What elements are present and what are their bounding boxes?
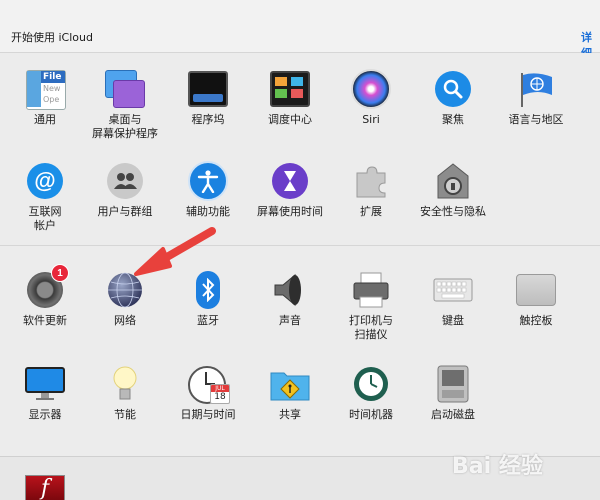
pref-label: 扩展 bbox=[360, 205, 382, 218]
spotlight-icon bbox=[433, 69, 473, 109]
trackpad-icon bbox=[516, 270, 556, 310]
network-icon bbox=[105, 270, 145, 310]
pref-network[interactable]: 网络 bbox=[83, 270, 167, 354]
pref-label: 日期与时间 bbox=[180, 408, 236, 421]
pref-label: 互联网 帐户 bbox=[28, 205, 62, 232]
icloud-banner: 开始使用 iCloud 详细 bbox=[0, 0, 600, 60]
system-preferences-window: 开始使用 iCloud 详细 File New Ope 通用 bbox=[0, 0, 600, 500]
pref-label: Siri bbox=[362, 113, 380, 126]
energy-saver-icon bbox=[105, 364, 145, 404]
pref-general[interactable]: File New Ope 通用 bbox=[3, 69, 87, 153]
desktop-screensaver-icon bbox=[105, 69, 145, 109]
calendar-day: 18 bbox=[214, 392, 226, 402]
flash-player-icon[interactable]: f bbox=[25, 475, 65, 500]
general-icon-file-text: File bbox=[41, 71, 65, 83]
pref-label: 蓝牙 bbox=[197, 314, 219, 327]
personal-prefs-section: File New Ope 通用 桌面与 屏幕保护程序 程序坞 调度中心 Siri… bbox=[0, 53, 600, 246]
users-groups-icon bbox=[105, 161, 145, 201]
hardware-prefs-section: 1 软件更新 网络 蓝牙 声音 打印机与 扫描仪 键盘 触控板 显示器 节能 J… bbox=[0, 246, 600, 457]
pref-sound[interactable]: 声音 bbox=[248, 270, 332, 354]
pref-label: 软件更新 bbox=[23, 314, 67, 327]
pref-date-time[interactable]: JUL 18 日期与时间 bbox=[166, 364, 250, 448]
pref-label: 共享 bbox=[279, 408, 301, 421]
accessibility-icon bbox=[188, 161, 228, 201]
pref-trackpad[interactable]: 触控板 bbox=[494, 270, 578, 354]
pref-time-machine[interactable]: 时间机器 bbox=[329, 364, 413, 448]
pref-label: 桌面与 屏幕保护程序 bbox=[92, 113, 158, 140]
pref-label: 打印机与 扫描仪 bbox=[349, 314, 393, 341]
date-time-icon: JUL 18 bbox=[188, 364, 230, 404]
pref-label: 屏幕使用时间 bbox=[257, 205, 323, 218]
time-machine-icon bbox=[351, 364, 391, 404]
pref-startup-disk[interactable]: 启动磁盘 bbox=[411, 364, 495, 448]
pref-label: 触控板 bbox=[519, 314, 553, 327]
pref-label: 用户与群组 bbox=[97, 205, 153, 218]
pref-desktop-screensaver[interactable]: 桌面与 屏幕保护程序 bbox=[83, 69, 167, 153]
pref-label: 网络 bbox=[114, 314, 136, 327]
pref-label: 调度中心 bbox=[268, 113, 312, 126]
pref-dock[interactable]: 程序坞 bbox=[166, 69, 250, 153]
pref-software-update[interactable]: 1 软件更新 bbox=[3, 264, 87, 354]
sound-icon bbox=[270, 270, 310, 310]
language-region-icon bbox=[516, 69, 556, 109]
screen-time-icon bbox=[270, 161, 310, 201]
pref-users-groups[interactable]: 用户与群组 bbox=[83, 161, 167, 245]
pref-extensions[interactable]: 扩展 bbox=[329, 161, 413, 245]
displays-icon bbox=[25, 364, 65, 404]
sharing-icon bbox=[270, 364, 310, 404]
pref-displays[interactable]: 显示器 bbox=[3, 364, 87, 448]
flash-glyph: f bbox=[40, 476, 50, 500]
keyboard-icon bbox=[433, 270, 473, 310]
pref-mission-control[interactable]: 调度中心 bbox=[248, 69, 332, 153]
pref-label: 键盘 bbox=[442, 314, 464, 327]
pref-spotlight[interactable]: 聚焦 bbox=[411, 69, 495, 153]
pref-label: 语言与地区 bbox=[508, 113, 564, 126]
siri-icon bbox=[351, 69, 391, 109]
pref-label: 辅助功能 bbox=[186, 205, 230, 218]
pref-label: 启动磁盘 bbox=[431, 408, 475, 421]
dock-icon bbox=[188, 69, 228, 109]
pref-label: 节能 bbox=[114, 408, 136, 421]
pref-bluetooth[interactable]: 蓝牙 bbox=[166, 270, 250, 354]
pref-label: 安全性与隐私 bbox=[420, 205, 486, 218]
pref-language-region[interactable]: 语言与地区 bbox=[494, 69, 578, 153]
calendar-month: JUL bbox=[211, 385, 229, 392]
pref-label: 通用 bbox=[34, 113, 56, 126]
general-icon-new-text: New bbox=[43, 84, 61, 93]
printers-scanners-icon bbox=[351, 270, 391, 310]
pref-accessibility[interactable]: 辅助功能 bbox=[166, 161, 250, 245]
pref-internet-accounts[interactable]: @ 互联网 帐户 bbox=[3, 161, 87, 245]
general-icon-open-text: Ope bbox=[43, 95, 60, 104]
pref-label: 显示器 bbox=[28, 408, 62, 421]
pref-label: 时间机器 bbox=[349, 408, 393, 421]
bluetooth-icon bbox=[188, 270, 228, 310]
pref-keyboard[interactable]: 键盘 bbox=[411, 270, 495, 354]
pref-label: 程序坞 bbox=[191, 113, 225, 126]
software-update-icon: 1 bbox=[25, 264, 69, 310]
pref-security-privacy[interactable]: 安全性与隐私 bbox=[411, 161, 495, 245]
pref-label: 聚焦 bbox=[442, 113, 464, 126]
startup-disk-icon bbox=[433, 364, 473, 404]
pref-energy-saver[interactable]: 节能 bbox=[83, 364, 167, 448]
mission-control-icon bbox=[270, 69, 310, 109]
update-count-badge: 1 bbox=[51, 264, 69, 282]
extensions-icon bbox=[351, 161, 391, 201]
pref-label: 声音 bbox=[279, 314, 301, 327]
pref-siri[interactable]: Siri bbox=[329, 69, 413, 153]
security-privacy-icon bbox=[433, 161, 473, 201]
pref-sharing[interactable]: 共享 bbox=[248, 364, 332, 448]
general-icon: File New Ope bbox=[25, 69, 66, 110]
pref-screen-time[interactable]: 屏幕使用时间 bbox=[248, 161, 332, 245]
icloud-banner-text: 开始使用 iCloud bbox=[11, 31, 93, 44]
internet-accounts-icon: @ bbox=[25, 161, 65, 201]
watermark: Bai 经验 bbox=[452, 454, 543, 479]
pref-printers-scanners[interactable]: 打印机与 扫描仪 bbox=[329, 270, 413, 354]
